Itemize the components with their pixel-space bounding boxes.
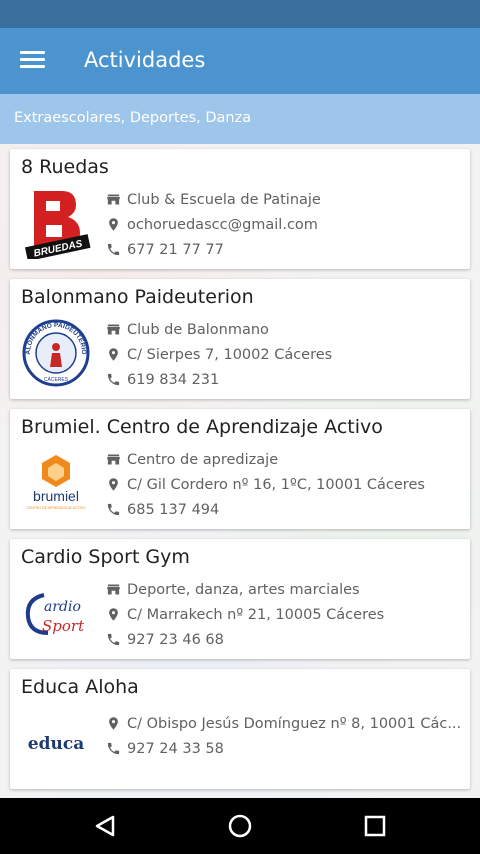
address-row: C/ Gil Cordero nº 16, 1ºC, 10001 Cáceres <box>106 472 466 497</box>
phone-icon <box>107 633 120 646</box>
category-row: Centro de apredizaje <box>106 447 466 472</box>
location-pin-icon <box>109 717 118 730</box>
logo-text: educa <box>28 734 84 754</box>
address-text: ochoruedascc@gmail.com <box>127 216 318 233</box>
page-title: Actividades <box>84 48 206 72</box>
phone-icon <box>107 243 120 256</box>
logo-subtext: CÁCERES <box>44 376 69 383</box>
back-triangle-icon[interactable] <box>89 810 121 842</box>
category-text: Centro de apredizaje <box>127 451 279 468</box>
activity-card[interactable]: Brumiel. Centro de Aprendizaje Activo br… <box>10 409 470 529</box>
category-row: Club de Balonmano <box>106 317 466 342</box>
store-icon <box>107 584 120 595</box>
brumiel-logo: brumiel CENTRO DE APRENDIZAJE ACTIVO <box>26 455 86 510</box>
cardio-sport-logo: ardio Sport <box>25 593 85 635</box>
address-row: C/ Obispo Jesús Domínguez nº 8, 10001 Cá… <box>106 711 466 736</box>
store-icon <box>107 454 120 465</box>
status-bar <box>0 0 480 28</box>
activity-card[interactable]: Cardio Sport Gym ardio Sport Deporte, da… <box>10 539 470 659</box>
system-nav-bar <box>0 798 480 854</box>
logo-subtext: Sport <box>42 617 85 635</box>
card-title: Brumiel. Centro de Aprendizaje Activo <box>21 416 383 438</box>
store-icon <box>107 194 120 205</box>
store-icon <box>107 324 120 335</box>
category-row: Deporte, danza, artes marciales <box>106 577 466 602</box>
logo-subtext: CENTRO DE APRENDIZAJE ACTIVO <box>26 506 86 510</box>
phone-row[interactable]: 619 834 231 <box>106 367 466 392</box>
card-title: Cardio Sport Gym <box>21 546 190 568</box>
activity-card[interactable]: Balonmano Paideuterion BALONMANO PAIDEUT… <box>10 279 470 399</box>
activity-card[interactable]: Educa Aloha educa C/ Obispo Jesús Domíng… <box>10 669 470 789</box>
phone-text: 677 21 77 77 <box>127 241 224 258</box>
address-text: C/ Obispo Jesús Domínguez nº 8, 10001 Cá… <box>127 715 462 732</box>
address-row: ochoruedascc@gmail.com <box>106 212 466 237</box>
location-pin-icon <box>109 218 118 231</box>
card-title: 8 Ruedas <box>21 156 109 178</box>
8-ruedas-logo: BRUEDAS <box>24 191 91 259</box>
phone-text: 685 137 494 <box>127 501 220 518</box>
educa-logo: educa <box>28 734 84 754</box>
location-pin-icon <box>109 348 118 361</box>
phone-row[interactable]: 677 21 77 77 <box>106 237 466 262</box>
menu-icon[interactable] <box>20 51 45 71</box>
address-text: C/ Gil Cordero nº 16, 1ºC, 10001 Cáceres <box>127 476 425 493</box>
app-bar: Actividades <box>0 28 480 94</box>
phone-text: 927 23 46 68 <box>127 631 224 648</box>
filter-bar: Extraescolares, Deportes, Danza <box>0 94 480 144</box>
phone-row[interactable]: 927 23 46 68 <box>106 627 466 652</box>
address-row: C/ Sierpes 7, 10002 Cáceres <box>106 342 466 367</box>
phone-icon <box>107 503 120 516</box>
phone-row[interactable]: 685 137 494 <box>106 497 466 522</box>
category-text: Club & Escuela de Patinaje <box>127 191 321 208</box>
location-pin-icon <box>109 608 118 621</box>
home-circle-icon[interactable] <box>224 810 256 842</box>
logo-text: brumiel <box>33 488 79 504</box>
logo-text: ardio <box>44 599 81 615</box>
address-row: C/ Marrakech nº 21, 10005 Cáceres <box>106 602 466 627</box>
filter-text: Extraescolares, Deportes, Danza <box>14 110 252 126</box>
address-text: C/ Sierpes 7, 10002 Cáceres <box>127 346 333 363</box>
phone-row[interactable]: 927 24 33 58 <box>106 736 466 761</box>
phone-text: 619 834 231 <box>127 371 220 388</box>
location-pin-icon <box>109 478 118 491</box>
card-title: Balonmano Paideuterion <box>21 286 254 308</box>
category-row: Club & Escuela de Patinaje <box>106 187 466 212</box>
card-title: Educa Aloha <box>21 676 139 698</box>
category-text: Deporte, danza, artes marciales <box>127 581 360 598</box>
category-text: Club de Balonmano <box>127 321 269 338</box>
balonmano-paideuterion-logo: BALONMANO PAIDEUTERION CÁCERES <box>20 317 90 387</box>
phone-text: 927 24 33 58 <box>127 740 224 757</box>
activity-card[interactable]: 8 Ruedas BRUEDAS Club & Escuela de Patin… <box>10 149 470 269</box>
activity-list[interactable]: 8 Ruedas BRUEDAS Club & Escuela de Patin… <box>0 144 480 798</box>
phone-icon <box>107 742 120 755</box>
phone-icon <box>107 373 120 386</box>
recents-square-icon[interactable] <box>359 810 391 842</box>
address-text: C/ Marrakech nº 21, 10005 Cáceres <box>127 606 385 623</box>
